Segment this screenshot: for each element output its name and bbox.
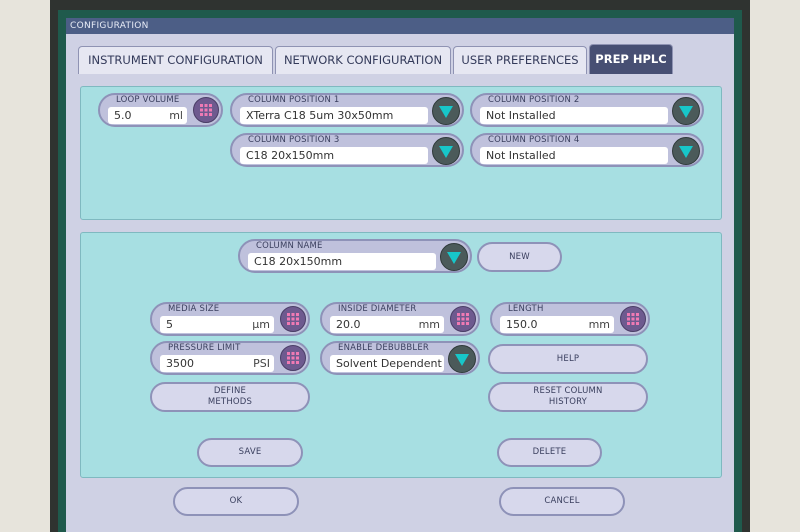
- keypad-icon[interactable]: [280, 345, 306, 371]
- dropdown-arrow-icon[interactable]: [448, 345, 476, 373]
- enable-debubbler-value: Solvent Dependent: [330, 355, 444, 372]
- window-title: CONFIGURATION: [66, 18, 734, 34]
- column-position-3-label: COLUMN POSITION 3: [248, 135, 340, 145]
- column-position-1-value: XTerra C18 5um 30x50mm: [240, 107, 428, 124]
- enable-debubbler-label: ENABLE DEBUBBLER: [338, 343, 430, 353]
- column-position-2-label: COLUMN POSITION 2: [488, 95, 580, 105]
- column-position-4-label: COLUMN POSITION 4: [488, 135, 580, 145]
- length-value: 150.0: [506, 318, 538, 331]
- column-position-2-select[interactable]: COLUMN POSITION 2 Not Installed: [470, 93, 704, 127]
- loop-volume-value: 5.0: [114, 109, 132, 122]
- loop-volume-field[interactable]: LOOP VOLUME 5.0 ml: [98, 93, 223, 127]
- loop-volume-input[interactable]: 5.0 ml: [108, 107, 187, 124]
- keypad-icon[interactable]: [280, 306, 306, 332]
- media-size-label: MEDIA SIZE: [168, 304, 220, 314]
- column-name-select[interactable]: COLUMN NAME C18 20x150mm: [238, 239, 472, 273]
- define-methods-button[interactable]: DEFINE METHODS: [150, 382, 310, 412]
- inside-diameter-field[interactable]: INSIDE DIAMETER 20.0 mm: [320, 302, 480, 336]
- column-position-1-select[interactable]: COLUMN POSITION 1 XTerra C18 5um 30x50mm: [230, 93, 464, 127]
- inside-diameter-label: INSIDE DIAMETER: [338, 304, 417, 314]
- column-name-value: C18 20x150mm: [248, 253, 436, 270]
- tab-instrument-configuration[interactable]: INSTRUMENT CONFIGURATION: [78, 46, 273, 74]
- tab-user-preferences[interactable]: USER PREFERENCES: [453, 46, 587, 74]
- tab-prep-hplc[interactable]: PREP HPLC: [589, 44, 673, 74]
- length-unit: mm: [588, 318, 610, 331]
- cancel-button[interactable]: CANCEL: [499, 487, 625, 516]
- loop-volume-label: LOOP VOLUME: [116, 95, 180, 105]
- help-button[interactable]: HELP: [488, 344, 648, 374]
- column-position-4-value: Not Installed: [480, 147, 668, 164]
- media-size-field[interactable]: MEDIA SIZE 5 µm: [150, 302, 310, 336]
- length-label: LENGTH: [508, 304, 544, 314]
- tab-network-configuration[interactable]: NETWORK CONFIGURATION: [275, 46, 451, 74]
- column-name-label: COLUMN NAME: [256, 241, 323, 251]
- pressure-limit-value: 3500: [166, 357, 194, 370]
- dropdown-arrow-icon[interactable]: [432, 137, 460, 165]
- column-position-3-value: C18 20x150mm: [240, 147, 428, 164]
- pressure-limit-unit: PSI: [253, 357, 270, 370]
- length-field[interactable]: LENGTH 150.0 mm: [490, 302, 650, 336]
- media-size-unit: µm: [252, 318, 270, 331]
- inside-diameter-input[interactable]: 20.0 mm: [330, 316, 444, 333]
- loop-volume-unit: ml: [169, 109, 183, 122]
- column-position-4-select[interactable]: COLUMN POSITION 4 Not Installed: [470, 133, 704, 167]
- pressure-limit-field[interactable]: PRESSURE LIMIT 3500 PSI: [150, 341, 310, 375]
- ok-button[interactable]: OK: [173, 487, 299, 516]
- dropdown-arrow-icon[interactable]: [672, 137, 700, 165]
- media-size-value: 5: [166, 318, 173, 331]
- keypad-icon[interactable]: [193, 97, 219, 123]
- pressure-limit-input[interactable]: 3500 PSI: [160, 355, 274, 372]
- column-position-3-select[interactable]: COLUMN POSITION 3 C18 20x150mm: [230, 133, 464, 167]
- new-button[interactable]: NEW: [477, 242, 562, 272]
- save-button[interactable]: SAVE: [197, 438, 303, 467]
- length-input[interactable]: 150.0 mm: [500, 316, 614, 333]
- keypad-icon[interactable]: [620, 306, 646, 332]
- keypad-icon[interactable]: [450, 306, 476, 332]
- delete-button[interactable]: DELETE: [497, 438, 602, 467]
- pressure-limit-label: PRESSURE LIMIT: [168, 343, 241, 353]
- column-position-2-value: Not Installed: [480, 107, 668, 124]
- reset-column-history-button[interactable]: RESET COLUMN HISTORY: [488, 382, 648, 412]
- inside-diameter-value: 20.0: [336, 318, 361, 331]
- column-position-1-label: COLUMN POSITION 1: [248, 95, 340, 105]
- enable-debubbler-select[interactable]: ENABLE DEBUBBLER Solvent Dependent: [320, 341, 480, 375]
- media-size-input[interactable]: 5 µm: [160, 316, 274, 333]
- dropdown-arrow-icon[interactable]: [432, 97, 460, 125]
- inside-diameter-unit: mm: [418, 318, 440, 331]
- dropdown-arrow-icon[interactable]: [672, 97, 700, 125]
- dropdown-arrow-icon[interactable]: [440, 243, 468, 271]
